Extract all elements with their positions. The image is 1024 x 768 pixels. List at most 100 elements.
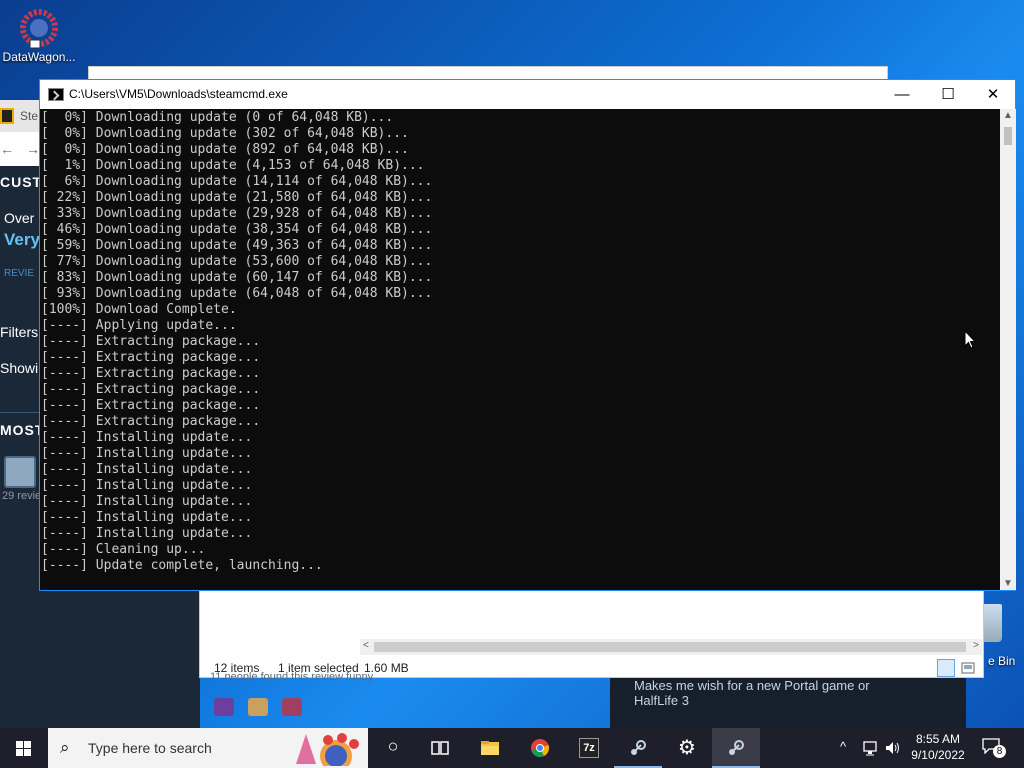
emote-icon[interactable]: [282, 698, 302, 716]
settings-button[interactable]: ⚙: [663, 728, 711, 768]
console-line: [----] Applying update...: [41, 318, 237, 333]
7zip-icon: 7z: [579, 738, 599, 758]
details-view-icon[interactable]: [937, 659, 955, 677]
console-line: [ 0%] Downloading update (892 of 64,048 …: [41, 142, 409, 157]
scrollbar-thumb[interactable]: [374, 642, 966, 652]
review-card[interactable]: Makes me wish for a new Portal game or H…: [610, 678, 966, 728]
start-button[interactable]: [0, 728, 48, 768]
scroll-left-icon[interactable]: <: [363, 640, 369, 651]
7zip-button[interactable]: 7z: [565, 728, 613, 768]
file-explorer-button[interactable]: [466, 728, 514, 768]
search-icon: ⌕: [60, 738, 70, 757]
console-line: [----] Extracting package...: [41, 350, 261, 365]
review-helpful-text: 11 people found this review funny: [210, 671, 374, 683]
console-line: [----] Extracting package...: [41, 366, 261, 381]
scrollbar-thumb[interactable]: [1004, 127, 1012, 145]
explorer-window-bottom: < > 12 items 1 item selected 1.60 MB: [199, 588, 984, 678]
console-line: [ 93%] Downloading update (64,048 of 64,…: [41, 286, 433, 301]
steam-icon: [729, 740, 744, 755]
mouse-cursor-icon: [964, 329, 977, 353]
review-emotes: [214, 698, 316, 719]
console-line: [ 6%] Downloading update (14,114 of 64,0…: [41, 174, 433, 189]
review-text-line-1: Makes me wish for a new Portal game or: [634, 678, 870, 693]
steam-favicon-icon: [0, 108, 14, 124]
console-line: [ 0%] Downloading update (0 of 64,048 KB…: [41, 110, 394, 125]
taskbar-search-box[interactable]: ⌕ Type here to search: [48, 728, 368, 768]
review-count: 29 revie: [2, 490, 42, 502]
clock-date: 9/10/2022: [911, 748, 965, 762]
steam-tab-title[interactable]: Ste: [20, 109, 38, 123]
chrome-icon: [531, 739, 549, 757]
volume-icon[interactable]: [884, 740, 902, 756]
task-view-button[interactable]: [416, 728, 464, 768]
tray-chevron-icon[interactable]: ^: [840, 739, 846, 754]
steam-icon: [631, 740, 646, 755]
taskbar-clock[interactable]: 8:55 AM 9/10/2022: [906, 731, 970, 763]
gear-icon: ⚙: [678, 737, 696, 759]
console-line: [ 59%] Downloading update (49,363 of 64,…: [41, 238, 433, 253]
console-line: [ 77%] Downloading update (53,600 of 64,…: [41, 254, 433, 269]
steamcmd-button[interactable]: [712, 728, 760, 768]
console-titlebar[interactable]: C:\Users\VM5\Downloads\steamcmd.exe — ☐ …: [40, 80, 1015, 109]
console-line: [----] Installing update...: [41, 478, 253, 493]
console-line: [----] Installing update...: [41, 430, 253, 445]
scroll-up-icon[interactable]: ▲: [1003, 110, 1013, 121]
scroll-down-icon[interactable]: ▼: [1003, 578, 1013, 589]
avatar[interactable]: [4, 456, 36, 488]
console-window[interactable]: C:\Users\VM5\Downloads\steamcmd.exe — ☐ …: [39, 79, 1016, 591]
console-line: [ 83%] Downloading update (60,147 of 64,…: [41, 270, 433, 285]
task-view-icon: [431, 741, 449, 755]
console-line: [----] Update complete, launching...: [41, 558, 323, 573]
console-line: [----] Extracting package...: [41, 334, 261, 349]
forward-arrow-icon[interactable]: →: [26, 141, 40, 157]
minimize-button[interactable]: —: [879, 80, 925, 109]
cortana-button[interactable]: ○: [368, 728, 416, 768]
review-text-line-2: HalfLife 3: [634, 693, 689, 708]
notification-badge: 8: [993, 745, 1006, 758]
vertical-scrollbar[interactable]: ▲ ▼: [1000, 109, 1016, 590]
emote-icon[interactable]: [214, 698, 234, 716]
taskbar: ⌕ Type here to search ○ 7z ⚙ ^ 8:55 AM 9…: [0, 728, 1024, 768]
emote-icon[interactable]: [248, 698, 268, 716]
search-highlight-art-icon: [292, 730, 368, 768]
overall-value: Very: [4, 230, 40, 249]
console-line: [----] Installing update...: [41, 510, 253, 525]
console-line: [----] Extracting package...: [41, 414, 261, 429]
folder-icon: [481, 741, 499, 755]
scroll-right-icon[interactable]: >: [973, 640, 979, 651]
desktop-icon-datawagon[interactable]: DataWagon...: [0, 6, 78, 64]
console-line: [----] Cleaning up...: [41, 542, 206, 557]
chrome-button[interactable]: [516, 728, 564, 768]
desktop-icon-label: e Bin: [988, 654, 1016, 668]
reviews-label: REVIE: [4, 268, 35, 279]
console-line: [----] Installing update...: [41, 526, 253, 541]
console-line: [ 0%] Downloading update (302 of 64,048 …: [41, 126, 409, 141]
showing-label: Showi: [0, 360, 39, 376]
console-line: [----] Installing update...: [41, 446, 253, 461]
search-placeholder: Type here to search: [88, 740, 212, 756]
horizontal-scrollbar[interactable]: < >: [360, 639, 982, 655]
cortana-icon: ○: [387, 736, 399, 756]
filters-label[interactable]: Filters: [0, 324, 38, 340]
console-line: [----] Extracting package...: [41, 382, 261, 397]
clock-time: 8:55 AM: [915, 732, 961, 746]
network-icon[interactable]: [862, 740, 880, 756]
console-line: [----] Installing update...: [41, 462, 253, 477]
console-line: [----] Installing update...: [41, 494, 253, 509]
back-arrow-icon[interactable]: ←: [0, 141, 14, 157]
console-line: [100%] Download Complete.: [41, 302, 237, 317]
console-line: [ 33%] Downloading update (29,928 of 64,…: [41, 206, 433, 221]
close-button[interactable]: ✕: [970, 80, 1016, 109]
action-center-button[interactable]: 8: [982, 738, 1006, 758]
console-line: [ 46%] Downloading update (38,354 of 64,…: [41, 222, 433, 237]
maximize-button[interactable]: ☐: [925, 80, 971, 109]
steam-button[interactable]: [614, 728, 662, 768]
console-line: [ 1%] Downloading update (4,153 of 64,04…: [41, 158, 425, 173]
windows-logo-icon: [16, 741, 32, 757]
console-line: [ 22%] Downloading update (21,580 of 64,…: [41, 190, 433, 205]
console-output[interactable]: [ 0%] Downloading update (0 of 64,048 KB…: [40, 109, 1000, 590]
large-icons-view-icon[interactable]: [959, 659, 977, 677]
console-title: C:\Users\VM5\Downloads\steamcmd.exe: [69, 87, 288, 101]
cmd-icon: [48, 88, 64, 101]
section-heading-most: MOST: [0, 422, 45, 438]
